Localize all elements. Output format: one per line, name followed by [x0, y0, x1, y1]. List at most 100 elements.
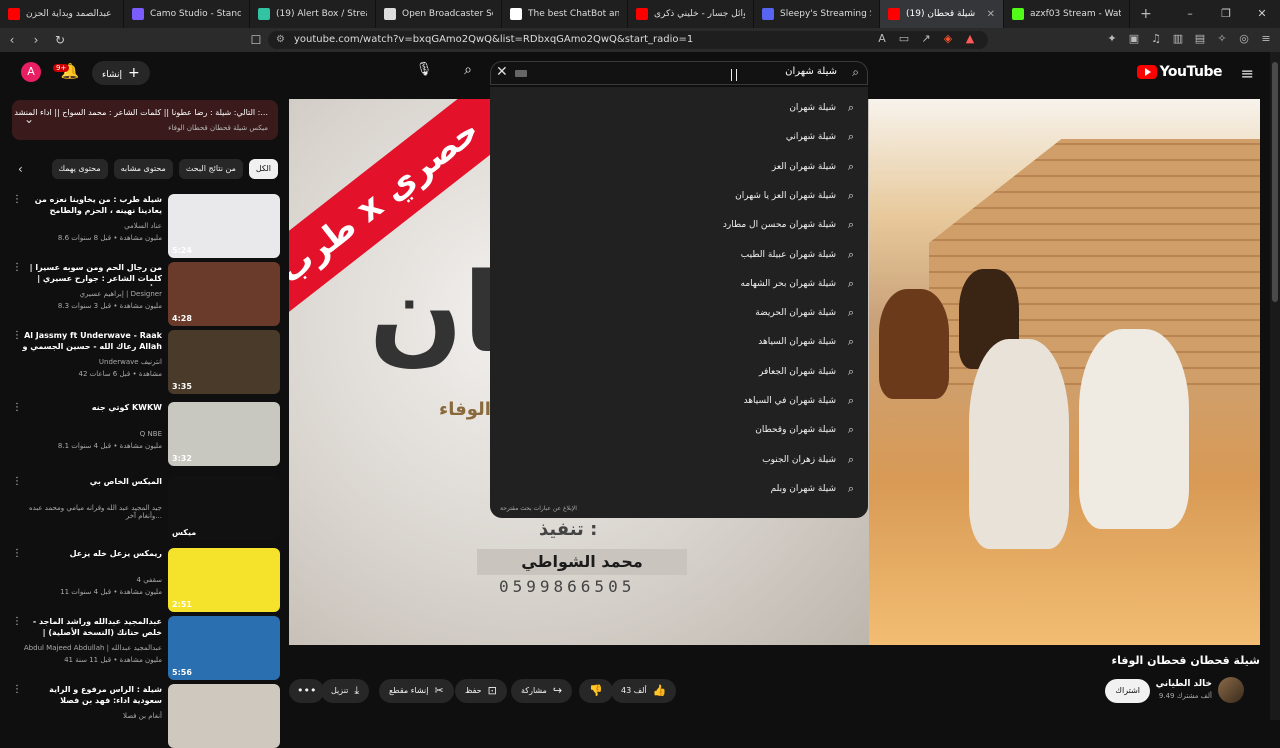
leo-icon[interactable]: ✧	[1216, 32, 1228, 46]
more-vert-icon[interactable]: ⋮	[12, 330, 22, 341]
more-vert-icon[interactable]: ⋮	[12, 194, 22, 205]
search-suggestion-item[interactable]: شيلة شهران السياهد ⌕	[758, 332, 858, 352]
search-suggestion-item[interactable]: شيلة شهران العز يا شهران ⌕	[735, 186, 858, 206]
keyboard-icon[interactable]	[515, 70, 527, 77]
search-input[interactable]: ✕ شيلة شهران ⌕	[490, 61, 868, 85]
more-vert-icon[interactable]: ⋮	[12, 548, 22, 559]
video-title[interactable]: عبدالمجيد عبدالله وراشد الماجد - خلص حنا…	[22, 616, 162, 640]
browser-tab[interactable]: Camo Studio - Stand out w	[124, 0, 250, 28]
video-thumbnail[interactable]: 2:51	[168, 548, 280, 612]
menu-icon[interactable]: ≡	[1260, 32, 1272, 46]
related-video-item[interactable]: 4:28 من رجال الحم ومن سوبه عسيرا | كلمات …	[8, 262, 280, 326]
video-channel[interactable]: إبراهيم عسيري | Designer	[22, 290, 162, 298]
guide-menu-icon[interactable]: ≡	[1241, 64, 1254, 83]
video-thumbnail[interactable]: ميكس	[168, 476, 280, 540]
minimize-icon[interactable]: –	[1172, 0, 1208, 28]
browser-tab[interactable]: وائل جسار - خليني ذكرى | ...	[628, 0, 754, 28]
voice-search-icon[interactable]: 🎙	[414, 62, 434, 82]
video-thumbnail[interactable]: 3:35	[168, 330, 280, 394]
media-icon[interactable]: ♫	[1150, 32, 1162, 46]
more-vert-icon[interactable]: ⋮	[12, 476, 22, 487]
video-title[interactable]: الميكس الخاص بي	[22, 476, 162, 487]
related-video-item[interactable]: ميكس الميكس الخاص بي جيد المجيد عبد الله و…	[8, 476, 280, 540]
related-video-item[interactable]: 2:51 ريمكس يزعل خله يزعل سقفي 4 11 مليون مش…	[8, 548, 280, 612]
video-thumbnail[interactable]	[168, 684, 280, 748]
chip-all[interactable]: الكل	[248, 159, 278, 179]
video-channel[interactable]: أنغام بن فصلا	[22, 712, 162, 720]
wallet-icon[interactable]: ▤	[1194, 32, 1206, 46]
sidebar-icon[interactable]: ▥	[1172, 32, 1184, 46]
video-thumbnail[interactable]: 5:56	[168, 616, 280, 680]
chip-recommended[interactable]: محتوى يهمك	[51, 159, 108, 179]
close-window-icon[interactable]: ✕	[1244, 0, 1280, 28]
search-suggestion-item[interactable]: شيلة شهران الحريضة ⌕	[755, 303, 858, 323]
clip-button[interactable]: إنشاء مقطع ✂	[379, 679, 454, 703]
video-title[interactable]: كوتي جنه KWKW	[22, 402, 162, 413]
search-suggestion-item[interactable]: شيلة شهران عبيلة الطيب ⌕	[741, 245, 858, 265]
browser-tab[interactable]: (19) Alert Box / Streamlabs	[250, 0, 376, 28]
related-video-item[interactable]: 5:56 عبدالمجيد عبدالله وراشد الماجد - خلص…	[8, 616, 280, 680]
channel-avatar[interactable]	[1218, 677, 1244, 703]
related-video-item[interactable]: 3:35 Al Jassmy ft Underwave - Raak رعاك ا…	[8, 330, 280, 394]
browser-tab[interactable]: Sleepy's Streaming Server	[754, 0, 880, 28]
video-title[interactable]: Al Jassmy ft Underwave - Raak رعاك الله …	[22, 330, 162, 354]
related-video-item[interactable]: 3:32 كوتي جنه KWKW Q NBE 8.1 مليون مشاهدة •…	[8, 402, 280, 466]
dislike-button[interactable]: 👎	[579, 679, 613, 703]
more-actions-button[interactable]: •••	[289, 679, 325, 703]
video-title[interactable]: من رجال الحم ومن سوبه عسيرا | كلمات الشا…	[22, 262, 162, 286]
youtube-logo[interactable]: YouTube	[1136, 64, 1223, 80]
video-thumbnail[interactable]: 4:28	[168, 262, 280, 326]
site-info-icon[interactable]: ⚙	[276, 31, 285, 49]
video-thumbnail[interactable]: 5:24	[168, 194, 280, 258]
vpn-icon[interactable]: ◎	[1238, 32, 1250, 46]
chevron-left-icon[interactable]: ‹	[18, 162, 23, 176]
new-tab-button[interactable]: +	[1130, 6, 1162, 22]
share-button[interactable]: مشاركة ↪	[511, 679, 573, 703]
video-title[interactable]: شيلة : الراس مرفوع و الراية سعودية اداء:…	[22, 684, 162, 706]
browser-tab[interactable]: وجهة عبدالصمد وبداية الحزن	[0, 0, 124, 28]
bookmark-icon[interactable]: ☐	[244, 33, 268, 47]
extensions-icon[interactable]: ✦	[1106, 32, 1118, 46]
brave-shield-icon[interactable]: ◈	[942, 32, 954, 46]
browser-tab[interactable]: The best ChatBot and Wid	[502, 0, 628, 28]
download-button[interactable]: تنزيل ⤓	[321, 679, 370, 703]
rewards-icon[interactable]: ▲	[964, 32, 976, 46]
chip-related[interactable]: محتوى مشابه	[113, 159, 173, 179]
browser-tab[interactable]: (19) شيلة قحطان ✕	[880, 0, 1004, 28]
video-channel[interactable]: جيد المجيد عبد الله وقرانه ميامي ومحمد ع…	[22, 504, 162, 520]
chip-search-results[interactable]: من نتائج البحث	[178, 159, 243, 179]
search-suggestion-item[interactable]: شيلة شهران الجعافر ⌕	[759, 362, 858, 382]
search-suggestion-item[interactable]: شيلة شهران ⌕	[789, 98, 858, 118]
search-suggestion-item[interactable]: شيلة شهران العز ⌕	[772, 157, 858, 177]
translate-icon[interactable]: A	[876, 32, 888, 46]
subscribe-button[interactable]: اشتراك	[1105, 679, 1150, 703]
channel-name[interactable]: خالد الطياني	[1156, 679, 1212, 689]
search-button[interactable]: ⌕	[458, 62, 478, 82]
reload-icon[interactable]: ↻	[48, 33, 72, 47]
search-suggestion-item[interactable]: شيلة شهران محسن ال مطارد ⌕	[723, 215, 858, 235]
screenshot-icon[interactable]: ▣	[1128, 32, 1140, 46]
more-vert-icon[interactable]: ⋮	[12, 402, 22, 413]
close-tab-icon[interactable]: ✕	[987, 9, 995, 20]
browser-tab[interactable]: Open Broadcaster Softwar	[376, 0, 502, 28]
search-suggestion-item[interactable]: شيلة شهراني ⌕	[786, 127, 858, 147]
browser-tab[interactable]: azxf03 Stream - Watch Live	[1004, 0, 1130, 28]
related-video-item[interactable]: 5:24 شيلة طرب : من يخاوينا نعزه من يعادين…	[8, 194, 280, 258]
playlist-next-panel[interactable]: ⌄ التالي: شيلة : رضا عطونا || كلمات الشا…	[12, 100, 278, 140]
account-avatar[interactable]: A	[21, 62, 41, 82]
save-button[interactable]: حفظ ⊡	[455, 679, 507, 703]
video-channel[interactable]: Q NBE	[22, 430, 162, 438]
video-channel[interactable]: Underwave انترنيف	[22, 358, 162, 366]
create-button[interactable]: إنشاء +	[92, 61, 150, 85]
video-title[interactable]: ريمكس يزعل خله يزعل	[22, 548, 162, 559]
search-suggestion-item[interactable]: شيلة شهران وقحطان ⌕	[755, 420, 858, 440]
search-suggestion-item[interactable]: شيلة شهران في السياهد ⌕	[744, 391, 858, 411]
search-suggestion-item[interactable]: شيلة شهران بحر الشهامه ⌕	[741, 274, 859, 294]
maximize-icon[interactable]: ❐	[1208, 0, 1244, 28]
report-suggestions-link[interactable]: الإبلاغ عن عبارات بحث مقترحة	[500, 505, 577, 512]
share-page-icon[interactable]: ↗	[920, 32, 932, 46]
page-scrollbar[interactable]	[1270, 52, 1280, 720]
more-vert-icon[interactable]: ⋮	[12, 262, 22, 273]
video-thumbnail[interactable]: 3:32	[168, 402, 280, 466]
cast-icon[interactable]: ▭	[898, 32, 910, 46]
